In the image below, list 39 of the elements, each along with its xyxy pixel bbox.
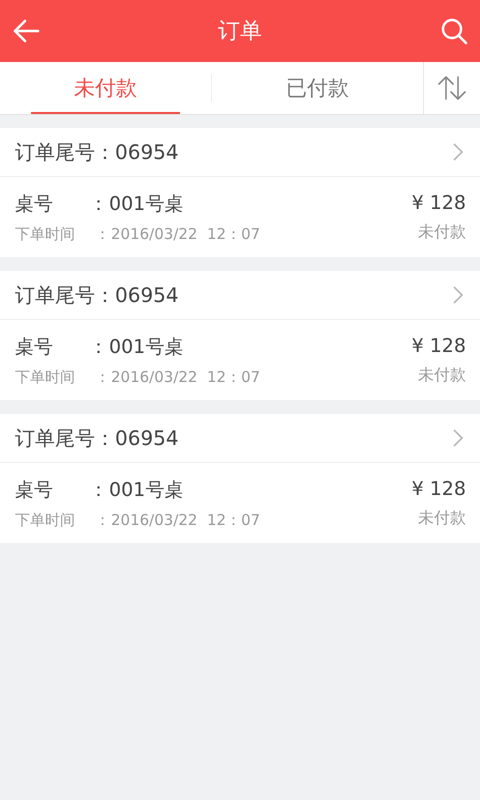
separator: ： bbox=[89, 334, 109, 360]
order-number: 订单尾号：06954 bbox=[15, 424, 179, 452]
order-number: 订单尾号：06954 bbox=[15, 282, 179, 308]
payment-status: 未付款 bbox=[418, 508, 466, 528]
order-time: 2016/03/22 12：07 bbox=[111, 224, 260, 244]
tab[interactable]: 已付款 bbox=[212, 62, 423, 114]
search-button[interactable] bbox=[440, 17, 468, 45]
back-button[interactable] bbox=[12, 17, 40, 45]
field-label: 桌号 bbox=[15, 192, 54, 216]
separator: ： bbox=[89, 478, 109, 502]
page-title: 订单 bbox=[218, 18, 262, 46]
order-card[interactable]: 订单尾号：06954 桌号 ：001号桌 下单时间 ：2016/03/22 12：07 ¥ 128 未付款 bbox=[0, 414, 480, 543]
separator: ： bbox=[89, 192, 109, 216]
order-time: 2016/03/22 12：07 bbox=[111, 368, 260, 386]
field-label: 桌号 bbox=[15, 334, 54, 360]
order-number: 订单尾号：06954 bbox=[15, 138, 179, 166]
chevron-icon bbox=[452, 285, 464, 305]
price: ¥ 128 bbox=[412, 478, 466, 500]
separator: ： bbox=[95, 224, 111, 244]
field-label: 下单时间 bbox=[15, 510, 76, 530]
tab[interactable]: 未付款 bbox=[31, 62, 180, 114]
table-number: 001号桌 bbox=[109, 478, 184, 502]
table-number: 001号桌 bbox=[109, 334, 184, 360]
chevron-icon bbox=[452, 428, 464, 448]
table-number: 001号桌 bbox=[109, 192, 184, 216]
field-label: 下单时间 bbox=[15, 224, 76, 244]
separator: ： bbox=[95, 368, 111, 386]
separator: ： bbox=[95, 510, 111, 530]
field-label: 下单时间 bbox=[15, 368, 76, 386]
order-card[interactable]: 订单尾号：06954 桌号 ：001号桌 下单时间 ：2016/03/22 12：07 ¥ 128 未付款 bbox=[0, 271, 480, 400]
order-time: 2016/03/22 12：07 bbox=[111, 510, 260, 530]
price: ¥ 128 bbox=[412, 192, 466, 214]
chevron-icon bbox=[452, 142, 464, 162]
order-card[interactable]: 订单尾号：06954 桌号 ：001号桌 下单时间 ：2016/03/22 12：07 ¥ 128 未付款 bbox=[0, 128, 480, 257]
sort-icon bbox=[436, 75, 467, 101]
field-label: 桌号 bbox=[15, 478, 54, 502]
payment-status: 未付款 bbox=[418, 364, 466, 386]
price: ¥ 128 bbox=[412, 334, 466, 356]
payment-status: 未付款 bbox=[418, 222, 466, 242]
